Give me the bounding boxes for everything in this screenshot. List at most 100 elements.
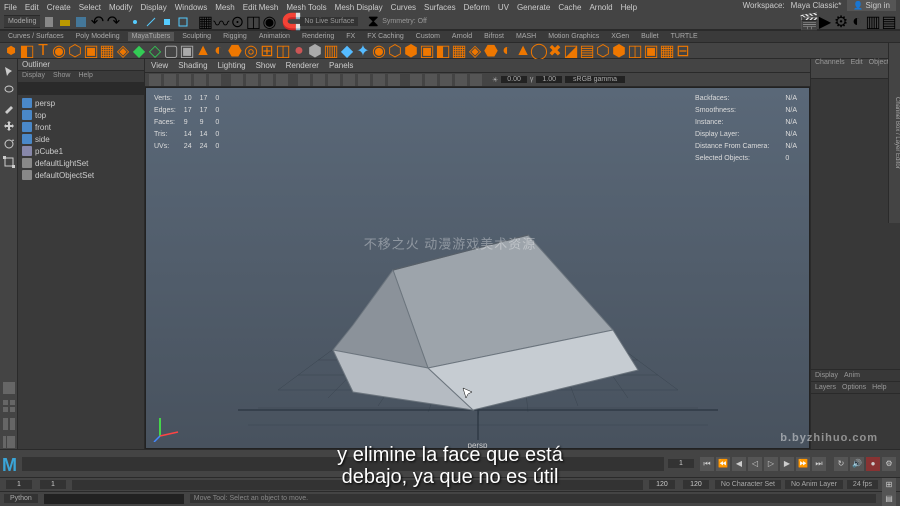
signin-button[interactable]: 👤 Sign in bbox=[847, 0, 896, 11]
step-back-key-icon[interactable]: ⏪ bbox=[716, 457, 730, 471]
shelf-item-icon[interactable]: ▢ bbox=[164, 44, 178, 58]
channelbox-menu[interactable]: Channels bbox=[813, 59, 847, 66]
menu-item[interactable]: Display bbox=[141, 3, 167, 12]
snap-point-icon[interactable]: ⊙ bbox=[230, 15, 244, 29]
outliner-search[interactable] bbox=[18, 83, 144, 95]
redo-icon[interactable]: ↷ bbox=[106, 15, 120, 29]
shelf-item-icon[interactable]: ◧ bbox=[436, 44, 450, 58]
shelf-item-icon[interactable]: ◐ bbox=[212, 44, 226, 58]
shelf-item-icon[interactable]: ⬣ bbox=[228, 44, 242, 58]
workspace-dropdown[interactable]: Maya Classic* bbox=[791, 1, 842, 10]
vp-xray-icon[interactable] bbox=[373, 74, 385, 86]
outliner-menu-item[interactable]: Show bbox=[53, 72, 71, 81]
outliner-item-side[interactable]: side bbox=[20, 133, 142, 145]
layer-tab[interactable]: Display bbox=[815, 372, 838, 379]
live-surface-field[interactable]: No Live Surface bbox=[300, 17, 358, 26]
shelf-item-icon[interactable]: ◆ bbox=[340, 44, 354, 58]
shelf-item-icon[interactable]: ⬡ bbox=[68, 44, 82, 58]
shelf-item-icon[interactable]: T bbox=[36, 44, 50, 58]
select-object-icon[interactable] bbox=[176, 15, 190, 29]
snap-plane-icon[interactable]: ◫ bbox=[246, 15, 260, 29]
shelf-item-icon[interactable]: ⊞ bbox=[260, 44, 274, 58]
layout-outliner-icon[interactable] bbox=[2, 435, 16, 449]
vp-image-plane-icon[interactable] bbox=[179, 74, 191, 86]
menuset-dropdown[interactable]: Modeling bbox=[4, 15, 40, 28]
vp-aa-icon[interactable] bbox=[455, 74, 467, 86]
layout-two-icon[interactable] bbox=[2, 417, 16, 431]
loop-icon[interactable]: ↻ bbox=[834, 457, 848, 471]
rotate-tool-icon[interactable] bbox=[2, 137, 16, 151]
layout-four-icon[interactable] bbox=[2, 399, 16, 413]
shelf-item-icon[interactable]: ▦ bbox=[452, 44, 466, 58]
layer-menu[interactable]: Layers bbox=[815, 384, 836, 391]
vp-shadows-icon[interactable] bbox=[343, 74, 355, 86]
shelf-item-icon[interactable]: ◇ bbox=[148, 44, 162, 58]
vp-xray-joints-icon[interactable] bbox=[388, 74, 400, 86]
channel-box-side-tab[interactable]: Channel Box / Layer Editor bbox=[888, 43, 900, 223]
play-back-icon[interactable]: ◁ bbox=[748, 457, 762, 471]
vp-menu-item[interactable]: Renderer bbox=[286, 61, 319, 70]
step-back-icon[interactable]: ◀ bbox=[732, 457, 746, 471]
new-scene-icon[interactable] bbox=[42, 15, 56, 29]
audio-icon[interactable]: 🔊 bbox=[850, 457, 864, 471]
select-tool-icon[interactable] bbox=[2, 65, 16, 79]
menu-item[interactable]: Windows bbox=[175, 3, 207, 12]
vp-2d-pan-icon[interactable] bbox=[194, 74, 206, 86]
anim-end-field[interactable]: 120 bbox=[683, 480, 709, 489]
vp-menu-item[interactable]: Panels bbox=[329, 61, 353, 70]
vp-motion-blur-icon[interactable] bbox=[440, 74, 452, 86]
layer-tab[interactable]: Anim bbox=[844, 372, 860, 379]
outliner-item-lightset[interactable]: defaultLightSet bbox=[20, 157, 142, 169]
shelf-item-icon[interactable]: ◉ bbox=[372, 44, 386, 58]
vp-dof-icon[interactable] bbox=[470, 74, 482, 86]
outliner-item-pcube1[interactable]: pCube1 bbox=[20, 145, 142, 157]
vp-menu-item[interactable]: View bbox=[151, 61, 168, 70]
menu-item[interactable]: Help bbox=[621, 3, 637, 12]
menu-item[interactable]: Edit Mesh bbox=[243, 3, 279, 12]
vp-bookmark-icon[interactable] bbox=[164, 74, 176, 86]
menu-item[interactable]: Deform bbox=[464, 3, 490, 12]
ipr-icon[interactable]: ▶ bbox=[818, 15, 832, 29]
shelf-item-icon[interactable]: ⊟ bbox=[676, 44, 690, 58]
autokey-icon[interactable]: ● bbox=[866, 457, 880, 471]
vp-menu-item[interactable]: Lighting bbox=[218, 61, 246, 70]
shelf-item-icon[interactable]: ◪ bbox=[564, 44, 578, 58]
menu-item[interactable]: Mesh Display bbox=[335, 3, 383, 12]
vp-isolate-icon[interactable] bbox=[358, 74, 370, 86]
select-edge-icon[interactable] bbox=[144, 15, 158, 29]
shelf-item-icon[interactable]: ⬢ bbox=[612, 44, 626, 58]
shelf-item-icon[interactable]: ◆ bbox=[132, 44, 146, 58]
shelf-item-icon[interactable]: ✖ bbox=[548, 44, 562, 58]
menu-item[interactable]: Modify bbox=[109, 3, 133, 12]
render-settings-icon[interactable]: ⚙ bbox=[834, 15, 848, 29]
menu-item[interactable]: Arnold bbox=[589, 3, 612, 12]
viewport[interactable]: Verts:10170 Edges:17170 Faces:990 Tris:1… bbox=[145, 87, 810, 449]
hypershade-icon[interactable]: ◐ bbox=[850, 15, 864, 29]
step-fwd-key-icon[interactable]: ⏩ bbox=[796, 457, 810, 471]
shelf-item-icon[interactable]: ▣ bbox=[84, 44, 98, 58]
snap-curve-icon[interactable]: 〰 bbox=[214, 15, 228, 29]
shelf-item-icon[interactable]: ⬡ bbox=[596, 44, 610, 58]
snap-grid-icon[interactable]: ▦ bbox=[198, 15, 212, 29]
script-lang-dropdown[interactable]: Python bbox=[4, 494, 38, 503]
shelf-item-icon[interactable]: ● bbox=[292, 44, 306, 58]
select-face-icon[interactable] bbox=[160, 15, 174, 29]
anim-layer-dropdown[interactable]: No Anim Layer bbox=[785, 480, 843, 489]
command-input[interactable] bbox=[44, 494, 184, 504]
symmetry-dropdown[interactable]: Symmetry: Off bbox=[382, 18, 427, 25]
shelf-item-icon[interactable]: ◧ bbox=[20, 44, 34, 58]
anim-start-field[interactable]: 1 bbox=[6, 480, 32, 489]
paint-select-tool-icon[interactable] bbox=[2, 101, 16, 115]
shelf-item-icon[interactable]: ▥ bbox=[324, 44, 338, 58]
menu-item[interactable]: Surfaces bbox=[424, 3, 456, 12]
character-set-dropdown[interactable]: No Character Set bbox=[715, 480, 781, 489]
vp-select-camera-icon[interactable] bbox=[149, 74, 161, 86]
outliner-item-objectset[interactable]: defaultObjectSet bbox=[20, 169, 142, 181]
vp-colorspace-dropdown[interactable]: sRGB gamma bbox=[565, 76, 625, 83]
select-vertex-icon[interactable] bbox=[128, 15, 142, 29]
live-surface-icon[interactable]: 🧲 bbox=[284, 15, 298, 29]
channelbox-menu[interactable]: Edit bbox=[849, 59, 865, 66]
menu-item[interactable]: UV bbox=[498, 3, 509, 12]
vp-wireframe-icon[interactable] bbox=[298, 74, 310, 86]
shelf-item-icon[interactable]: ◐ bbox=[500, 44, 514, 58]
